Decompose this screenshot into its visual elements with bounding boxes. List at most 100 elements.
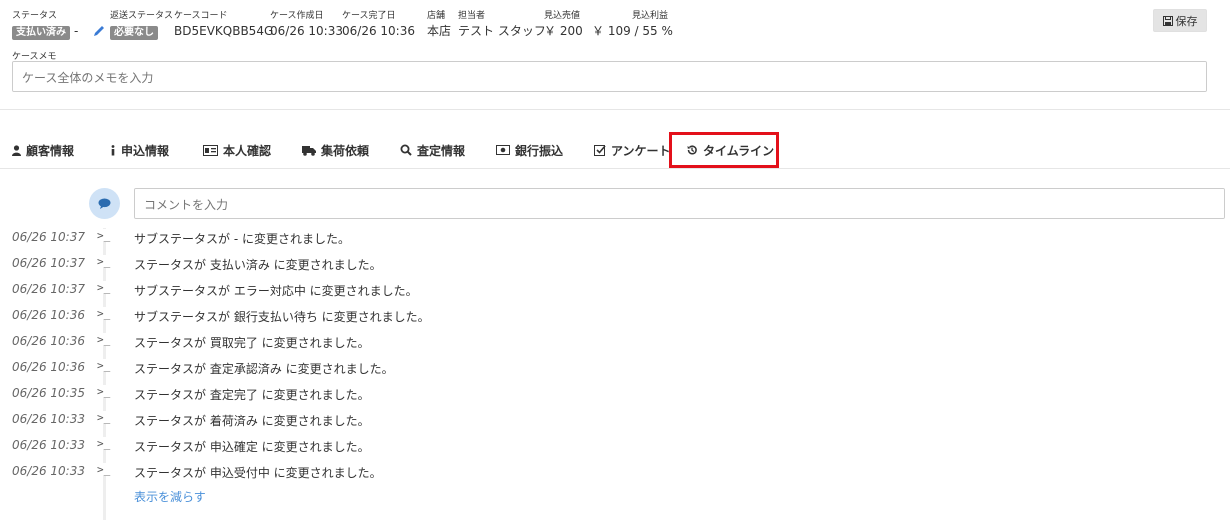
entry-time: 06/26 10:37 — [12, 282, 85, 296]
terminal-icon: >_ — [96, 333, 112, 346]
entry-time: 06/26 10:37 — [12, 230, 85, 244]
terminal-icon: >_ — [96, 411, 112, 424]
status-badge: 支払い済み — [12, 26, 70, 40]
timeline-entry: 06/26 10:33 >_ ステータスが 申込受付中 に変更されました。 — [0, 459, 1230, 485]
terminal-icon: >_ — [96, 359, 112, 372]
save-label: 保存 — [1175, 14, 1198, 28]
entry-message: ステータスが 買取完了 に変更されました。 — [134, 336, 370, 350]
entry-time: 06/26 10:33 — [12, 438, 85, 452]
terminal-icon: >_ — [96, 255, 112, 268]
entry-message: ステータスが 着荷済み に変更されました。 — [134, 414, 370, 428]
memo-input[interactable] — [12, 61, 1207, 92]
created-value: 06/26 10:33 — [270, 24, 343, 38]
entry-message: ステータスが 支払い済み に変更されました。 — [134, 258, 382, 272]
completed-value: 06/26 10:36 — [342, 24, 415, 38]
entry-message: ステータスが 査定完了 に変更されました。 — [134, 388, 370, 402]
tab-label: 顧客情報 — [26, 143, 75, 158]
show-less-link[interactable]: 表示を減らす — [134, 488, 206, 505]
search-icon — [400, 144, 412, 156]
entry-message: サブステータスが 銀行支払い待ち に変更されました。 — [134, 310, 430, 324]
staff-value: テスト スタッフ — [458, 24, 546, 38]
return-status-field: 返送ステータス 必要なし — [110, 10, 173, 40]
status-label: ステータス — [12, 11, 58, 21]
terminal-icon: >_ — [96, 307, 112, 320]
expected-profit-label: 見込利益 — [631, 11, 668, 21]
tab-timeline[interactable]: タイムライン — [669, 132, 779, 168]
tab-bank-transfer[interactable]: 銀行振込 — [496, 132, 563, 168]
expected-sales-value: ￥ 200 — [544, 24, 583, 38]
money-icon — [496, 145, 510, 155]
truck-icon — [302, 145, 316, 156]
timeline-entry: 06/26 10:33 >_ ステータスが 申込確定 に変更されました。 — [0, 433, 1230, 459]
pencil-icon[interactable] — [92, 24, 106, 38]
timeline-entry: 06/26 10:37 >_ ステータスが 支払い済み に変更されました。 — [0, 251, 1230, 277]
history-icon — [687, 145, 697, 155]
return-status-badge: 必要なし — [110, 26, 158, 40]
terminal-icon: >_ — [96, 281, 112, 294]
entry-time: 06/26 10:35 — [12, 386, 85, 400]
created-label: ケース作成日 — [270, 11, 324, 21]
completed-label: ケース完了日 — [342, 11, 396, 21]
entry-message: ステータスが 申込確定 に変更されました。 — [134, 440, 370, 454]
expected-profit-field: 見込利益 ￥ 109 / 55 % — [592, 10, 673, 39]
tab-bar: 顧客情報 申込情報 本人確認 集荷依頼 査定情報 銀行振込 アンケート タイムラ… — [0, 132, 1230, 168]
created-field: ケース作成日 06/26 10:33 — [270, 10, 343, 39]
entry-message: サブステータスが エラー対応中 に変更されました。 — [134, 284, 418, 298]
completed-field: ケース完了日 06/26 10:36 — [342, 10, 415, 39]
terminal-icon: >_ — [96, 385, 112, 398]
case-code-field: ケースコード BD5EVKQBB54G — [174, 10, 273, 39]
tab-application-info[interactable]: 申込情報 — [110, 132, 169, 168]
id-card-icon — [203, 144, 218, 156]
store-value: 本店 — [427, 24, 452, 38]
tab-label: 本人確認 — [223, 143, 272, 158]
tab-label: 査定情報 — [417, 143, 466, 158]
terminal-icon: >_ — [96, 437, 112, 450]
divider — [0, 168, 1230, 169]
comment-bubble-icon — [89, 188, 120, 219]
store-label: 店舗 — [427, 11, 446, 21]
entry-time: 06/26 10:36 — [12, 334, 85, 348]
timeline-entry: 06/26 10:36 >_ サブステータスが 銀行支払い待ち に変更されました… — [0, 303, 1230, 329]
tab-appraisal-info[interactable]: 査定情報 — [400, 132, 465, 168]
expected-sales-field: 見込売値 ￥ 200 — [544, 10, 583, 39]
comment-input[interactable] — [134, 188, 1225, 219]
timeline-entry: 06/26 10:36 >_ ステータスが 査定承認済み に変更されました。 — [0, 355, 1230, 381]
entry-time: 06/26 10:33 — [12, 412, 85, 426]
expected-sales-label: 見込売値 — [544, 11, 581, 21]
timeline-entry: 06/26 10:37 >_ サブステータスが - に変更されました。 — [0, 225, 1230, 251]
case-code-label: ケースコード — [174, 11, 228, 21]
divider — [0, 109, 1230, 110]
timeline-entry: 06/26 10:35 >_ ステータスが 査定完了 に変更されました。 — [0, 381, 1230, 407]
save-button[interactable]: 保存 — [1153, 9, 1207, 32]
tab-survey[interactable]: アンケート — [594, 132, 671, 168]
entry-time: 06/26 10:36 — [12, 360, 85, 374]
tab-label: 申込情報 — [121, 143, 170, 158]
tab-label: タイムライン — [703, 143, 775, 158]
entry-message: ステータスが 査定承認済み に変更されました。 — [134, 362, 394, 376]
check-square-icon — [594, 145, 606, 156]
entry-time: 06/26 10:37 — [12, 256, 85, 270]
timeline-entry: 06/26 10:36 >_ ステータスが 買取完了 に変更されました。 — [0, 329, 1230, 355]
floppy-icon — [1162, 15, 1173, 26]
tab-label: 銀行振込 — [515, 143, 564, 158]
tab-identity-check[interactable]: 本人確認 — [203, 132, 271, 168]
user-icon — [12, 144, 21, 156]
entry-time: 06/26 10:36 — [12, 308, 85, 322]
tab-customer-info[interactable]: 顧客情報 — [12, 132, 74, 168]
expected-profit-value: ￥ 109 / 55 % — [592, 24, 673, 38]
tab-pickup-request[interactable]: 集荷依頼 — [302, 132, 369, 168]
store-field: 店舗 本店 — [427, 10, 451, 39]
case-code-value: BD5EVKQBB54G — [174, 24, 274, 38]
tab-label: 集荷依頼 — [321, 143, 370, 158]
status-field: ステータス 支払い済み - — [12, 10, 82, 40]
terminal-icon: >_ — [96, 229, 112, 242]
terminal-icon: >_ — [96, 463, 112, 476]
info-icon — [111, 144, 115, 155]
sub-status-dash: - — [74, 24, 79, 38]
timeline-entry: 06/26 10:37 >_ サブステータスが エラー対応中 に変更されました。 — [0, 277, 1230, 303]
timeline-entry: 06/26 10:33 >_ ステータスが 着荷済み に変更されました。 — [0, 407, 1230, 433]
entry-message: ステータスが 申込受付中 に変更されました。 — [134, 466, 382, 480]
return-status-label: 返送ステータス — [110, 11, 174, 21]
tab-label: アンケート — [611, 143, 671, 158]
entry-message: サブステータスが - に変更されました。 — [134, 232, 350, 246]
